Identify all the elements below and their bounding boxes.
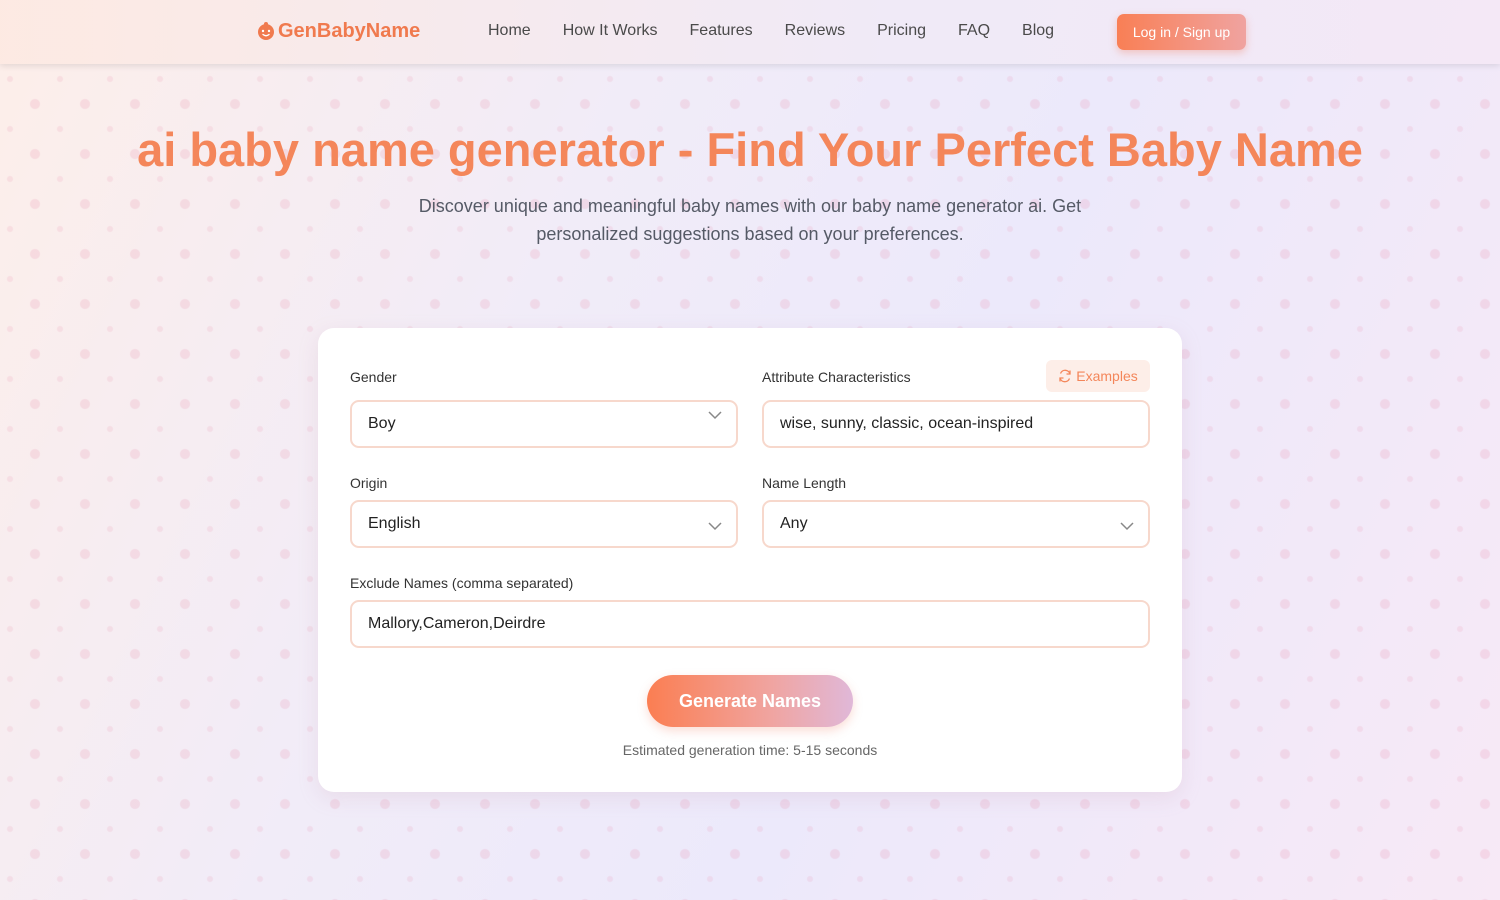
gender-label: Gender <box>350 369 397 385</box>
logo[interactable]: GenBabyName <box>256 18 420 44</box>
main-nav: Home How It Works Features Reviews Prici… <box>488 20 1054 42</box>
name-length-select[interactable]: Any <box>762 500 1150 548</box>
chevron-down-icon <box>708 411 722 420</box>
estimated-time-text: Estimated generation time: 5-15 seconds <box>622 742 878 758</box>
gender-value: Boy <box>368 415 396 432</box>
examples-label: Examples <box>1076 368 1138 384</box>
origin-select[interactable]: English <box>350 500 738 548</box>
refresh-icon <box>1059 369 1071 383</box>
login-signup-button[interactable]: Log in / Sign up <box>1117 14 1246 50</box>
generator-form-card: Gender Boy Attribute Characteristics Exa… <box>318 328 1182 792</box>
nav-faq[interactable]: FAQ <box>958 20 990 42</box>
name-length-value: Any <box>780 515 808 532</box>
nav-reviews[interactable]: Reviews <box>785 20 845 42</box>
baby-face-icon <box>258 22 274 40</box>
page-title: ai baby name generator - Find Your Perfe… <box>137 123 1363 176</box>
exclude-field[interactable] <box>350 600 1150 648</box>
examples-button[interactable]: Examples <box>1046 360 1150 392</box>
nav-home[interactable]: Home <box>488 20 531 42</box>
attributes-label: Attribute Characteristics <box>762 369 911 385</box>
logo-text: GenBabyName <box>278 19 421 42</box>
site-header: GenBabyName Home How It Works Features R… <box>0 0 1500 64</box>
nav-features[interactable]: Features <box>690 20 753 42</box>
exclude-label: Exclude Names (comma separated) <box>350 575 574 591</box>
gender-select[interactable]: Boy <box>350 400 738 448</box>
attributes-input[interactable] <box>780 402 1132 446</box>
origin-label: Origin <box>350 475 388 491</box>
nav-how-it-works[interactable]: How It Works <box>563 20 658 42</box>
attributes-field[interactable] <box>762 400 1150 448</box>
chevron-down-icon <box>708 522 722 531</box>
generate-names-button[interactable]: Generate Names <box>647 675 853 727</box>
nav-blog[interactable]: Blog <box>1022 20 1054 42</box>
exclude-input[interactable] <box>368 602 1132 646</box>
nav-pricing[interactable]: Pricing <box>877 20 926 42</box>
chevron-down-icon <box>1120 522 1134 531</box>
name-length-label: Name Length <box>762 475 847 491</box>
page-subtitle: Discover unique and meaningful baby name… <box>418 196 1082 244</box>
origin-value: English <box>368 515 421 532</box>
